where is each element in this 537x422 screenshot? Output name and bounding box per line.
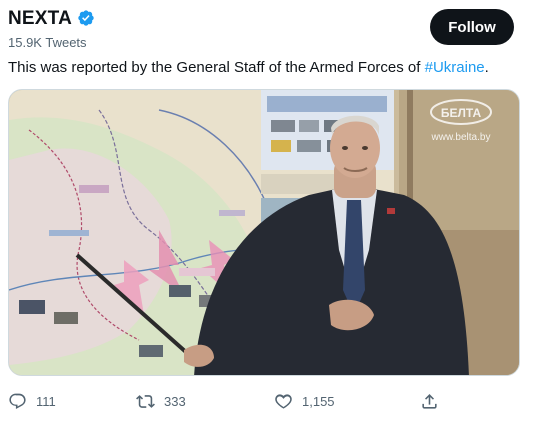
retweet-icon (136, 394, 155, 408)
like-icon (275, 393, 292, 409)
verified-badge-icon (78, 10, 94, 26)
retweet-button[interactable]: 333 (136, 389, 186, 413)
like-button[interactable]: 1,155 (274, 389, 335, 413)
follow-button[interactable]: Follow (430, 9, 514, 45)
watermark-url: www.belta.by (431, 132, 491, 143)
hashtag-link[interactable]: #Ukraine (425, 59, 485, 76)
like-count: 1,155 (302, 393, 335, 409)
reply-count: 111 (36, 393, 56, 409)
reply-button[interactable]: 111 (8, 389, 56, 413)
tweet-actions: 111 333 1,155 (8, 389, 528, 413)
tweet-text: This was reported by the General Staff o… (8, 59, 489, 76)
tweet-body: This was reported by the General Staff o… (8, 59, 425, 76)
author-name[interactable]: NEXTA (8, 8, 72, 30)
share-button[interactable] (420, 389, 439, 413)
watermark-logo: БЕЛТА (441, 106, 482, 120)
tweet-media-photo[interactable]: БЕЛТА www.belta.by (8, 89, 520, 376)
share-icon (422, 393, 437, 409)
tweet-count: 15.9K Tweets (8, 35, 87, 50)
tweet-body-end: . (484, 59, 489, 76)
reply-icon (9, 393, 26, 409)
tweet-card: NEXTA 15.9K Tweets Follow This was repor… (0, 0, 537, 422)
retweet-count: 333 (164, 393, 186, 409)
tweet-header: NEXTA 15.9K Tweets Follow (8, 6, 529, 50)
photo-scene: БЕЛТА www.belta.by (9, 90, 519, 375)
